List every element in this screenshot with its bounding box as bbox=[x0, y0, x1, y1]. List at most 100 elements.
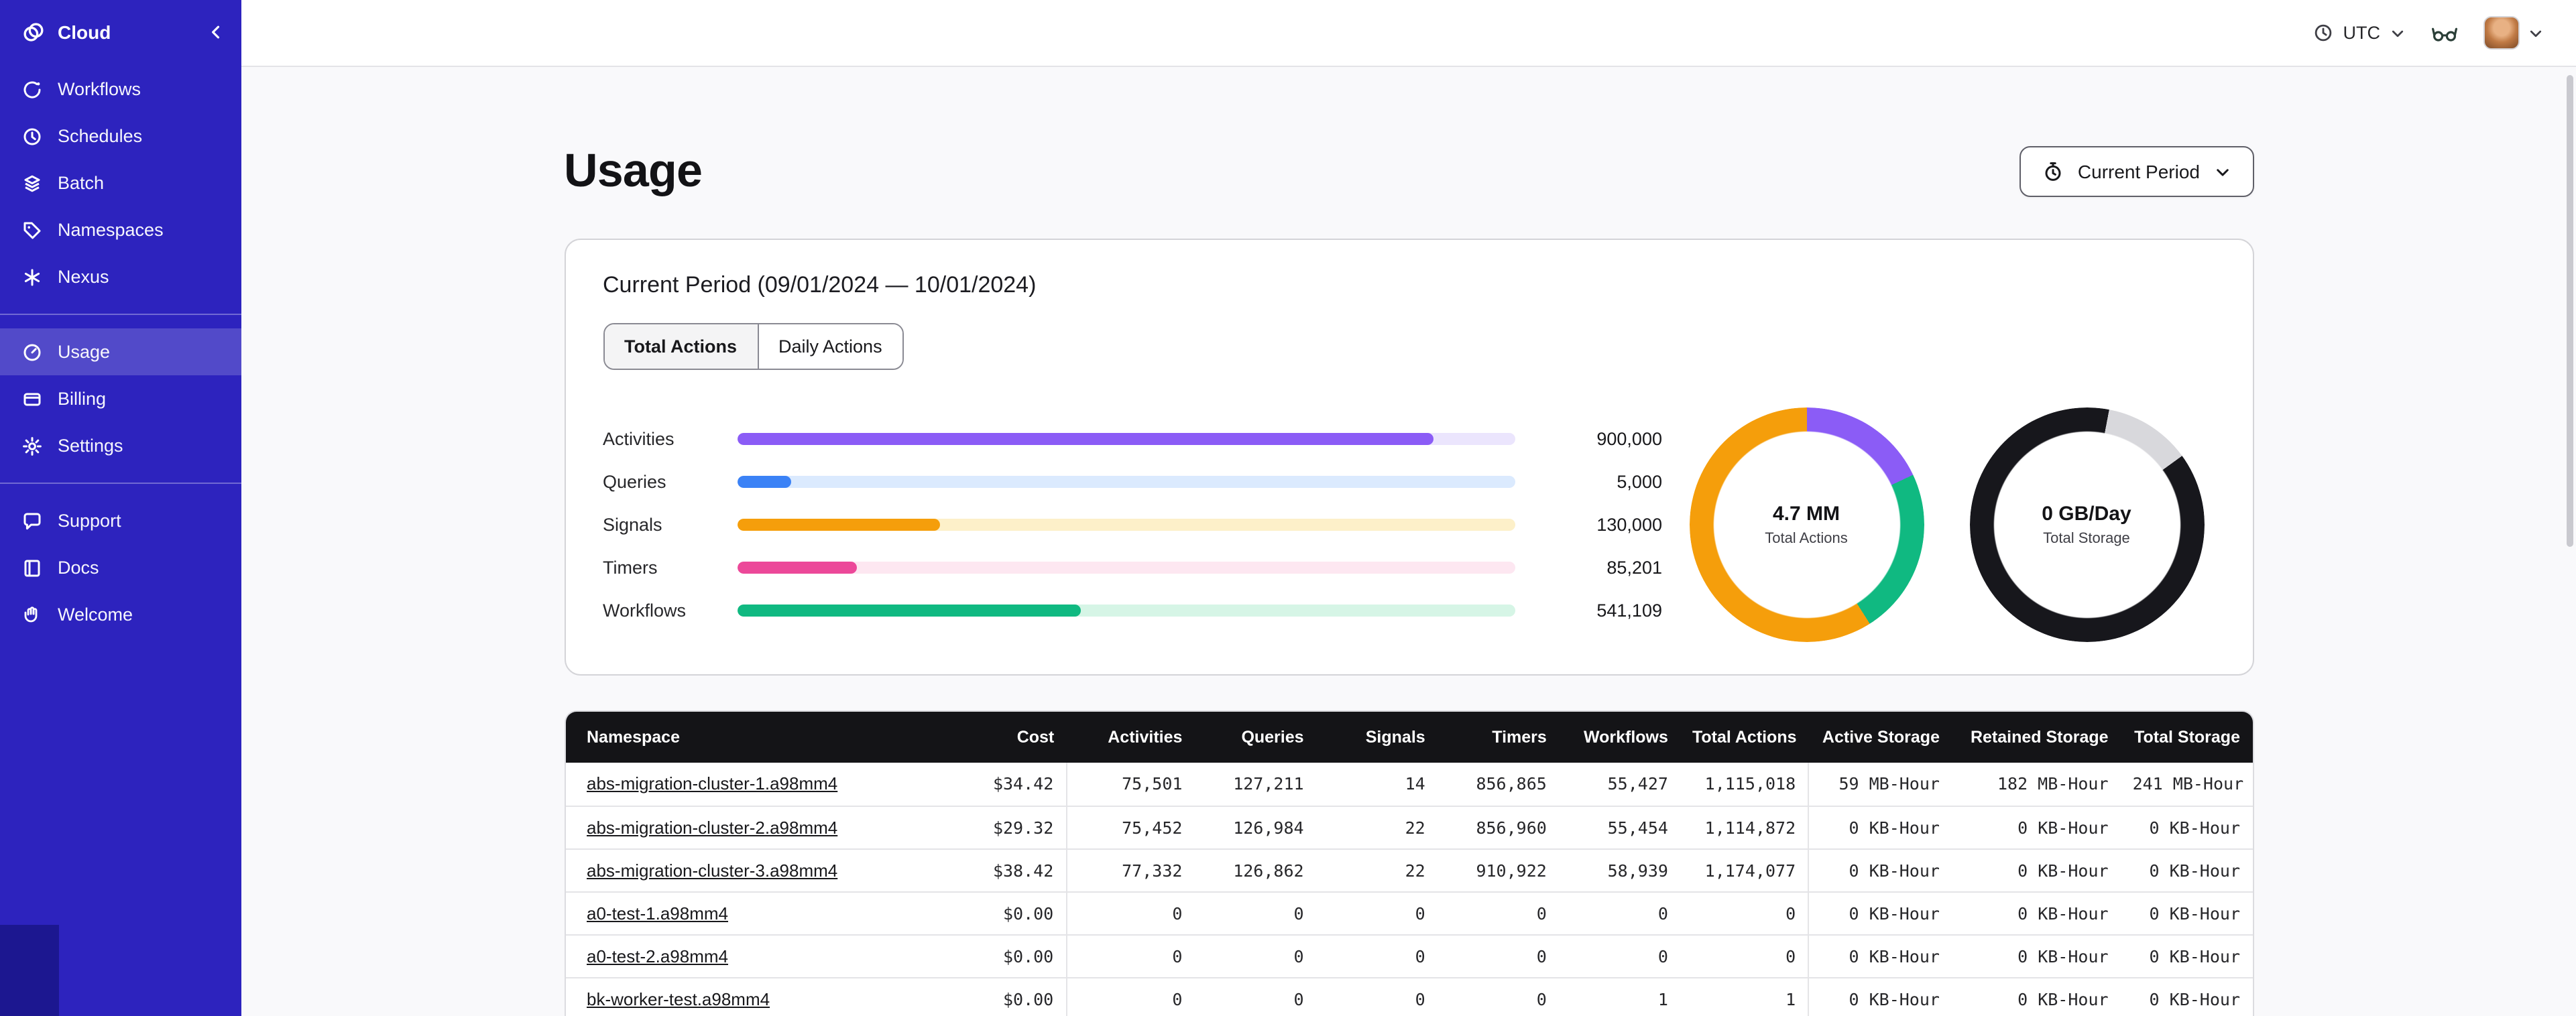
bar-label: Signals bbox=[603, 515, 662, 535]
donut-value: 4.7 MM bbox=[1772, 503, 1840, 525]
column-header-timers: Timers bbox=[1437, 712, 1559, 763]
page-header: Usage Current Period bbox=[564, 142, 2253, 201]
account-menu[interactable] bbox=[2483, 16, 2544, 50]
table-row: abs-migration-cluster-2.a98mm4 $29.32 75… bbox=[565, 806, 2252, 849]
docs-book-icon bbox=[21, 557, 43, 578]
bar-row-activities: Activities 900,000 bbox=[603, 429, 1662, 449]
namespace-link[interactable]: a0-test-2.a98mm4 bbox=[587, 946, 728, 966]
namespace-cell: bk-worker-test.a98mm4 bbox=[565, 977, 949, 1016]
usage-card-title: Current Period (09/01/2024 — 10/01/2024) bbox=[603, 272, 1037, 298]
bar-value: 5,000 bbox=[1617, 472, 1662, 492]
timers-cell: 0 bbox=[1437, 891, 1559, 935]
total-actions-cell: 0 bbox=[1680, 891, 1809, 935]
sidebar-item-nexus[interactable]: Nexus bbox=[0, 253, 241, 300]
sidebar-item-batch[interactable]: Batch bbox=[0, 160, 241, 206]
queries-cell: 0 bbox=[1194, 977, 1316, 1016]
sidebar-item-billing[interactable]: Billing bbox=[0, 375, 241, 422]
total-actions-donut: 4.7 MM Total Actions bbox=[1689, 407, 1924, 642]
bar-track bbox=[737, 519, 1515, 531]
total-storage-cell: 0 KB-Hour bbox=[2120, 934, 2252, 978]
column-header-workflows: Workflows bbox=[1558, 712, 1680, 763]
namespace-link[interactable]: abs-migration-cluster-2.a98mm4 bbox=[587, 817, 837, 837]
sidebar: Cloud Workflows Schedules Batch Namespac… bbox=[0, 0, 241, 1016]
usage-icon bbox=[21, 341, 43, 363]
signals-cell: 14 bbox=[1315, 763, 1438, 806]
bar-fill bbox=[737, 605, 1081, 617]
sidebar-divider bbox=[0, 314, 241, 315]
sidebar-item-support[interactable]: Support bbox=[0, 497, 241, 544]
bar-label: Activities bbox=[603, 429, 675, 449]
chevron-down-icon bbox=[2390, 25, 2406, 41]
avatar bbox=[2483, 16, 2520, 50]
workflows-cell: 0 bbox=[1558, 891, 1680, 935]
workflows-cell: 0 bbox=[1558, 934, 1680, 978]
active-storage-cell: 0 KB-Hour bbox=[1808, 934, 1952, 978]
bar-row-timers: Timers 85,201 bbox=[603, 558, 1662, 578]
signals-cell: 22 bbox=[1315, 806, 1438, 849]
bar-row-signals: Signals 130,000 bbox=[603, 515, 1662, 535]
actions-tab-group: Total Actions Daily Actions bbox=[603, 323, 904, 370]
active-storage-cell: 0 KB-Hour bbox=[1808, 806, 1952, 849]
cost-cell: $0.00 bbox=[948, 934, 1067, 978]
retained-storage-cell: 0 KB-Hour bbox=[1951, 977, 2121, 1016]
bar-fill bbox=[737, 562, 858, 574]
period-selector-label: Current Period bbox=[2077, 161, 2200, 182]
table-row: a0-test-2.a98mm4 $0.00 0 0 0 0 0 0 0 KB-… bbox=[565, 934, 2252, 978]
column-header-active-storage: Active Storage bbox=[1808, 712, 1952, 763]
period-selector-button[interactable]: Current Period bbox=[2019, 146, 2253, 197]
timezone-label: UTC bbox=[2343, 23, 2381, 43]
column-header-cost: Cost bbox=[948, 712, 1067, 763]
donut-center: 4.7 MM Total Actions bbox=[1689, 407, 1924, 642]
bar-label: Queries bbox=[603, 472, 666, 492]
namespace-link[interactable]: a0-test-1.a98mm4 bbox=[587, 903, 728, 923]
namespace-link[interactable]: bk-worker-test.a98mm4 bbox=[587, 989, 770, 1009]
tab-total-actions[interactable]: Total Actions bbox=[604, 324, 758, 369]
donut-value: 0 GB/Day bbox=[2042, 503, 2131, 525]
bar-value: 85,201 bbox=[1606, 558, 1662, 578]
collapse-sidebar-icon[interactable] bbox=[207, 23, 225, 42]
column-header-activities: Activities bbox=[1066, 712, 1195, 763]
sidebar-item-label: Welcome bbox=[58, 605, 133, 625]
bar-fill bbox=[737, 476, 792, 488]
chevron-down-icon bbox=[2213, 163, 2231, 180]
column-header-total-actions: Total Actions bbox=[1680, 712, 1809, 763]
sidebar-item-label: Batch bbox=[58, 173, 105, 193]
timers-cell: 0 bbox=[1437, 934, 1559, 978]
queries-cell: 126,862 bbox=[1194, 848, 1316, 892]
activities-cell: 75,501 bbox=[1065, 763, 1195, 806]
stopwatch-icon bbox=[2043, 161, 2064, 182]
sidebar-nav-help: Support Docs Welcome bbox=[0, 497, 241, 638]
total-storage-cell: 0 KB-Hour bbox=[2120, 977, 2252, 1016]
total-storage-cell: 0 KB-Hour bbox=[2120, 848, 2252, 892]
glasses-icon[interactable] bbox=[2431, 22, 2458, 44]
sidebar-header: Cloud bbox=[0, 0, 241, 55]
namespace-link[interactable]: abs-migration-cluster-1.a98mm4 bbox=[587, 774, 837, 794]
active-storage-cell: 0 KB-Hour bbox=[1808, 977, 1952, 1016]
tab-daily-actions[interactable]: Daily Actions bbox=[758, 324, 902, 369]
chevron-down-icon bbox=[2528, 25, 2544, 41]
sidebar-item-workflows[interactable]: Workflows bbox=[0, 66, 241, 113]
sidebar-nav-main: Workflows Schedules Batch Namespaces Nex… bbox=[0, 66, 241, 300]
sidebar-item-docs[interactable]: Docs bbox=[0, 544, 241, 591]
timers-cell: 910,922 bbox=[1437, 848, 1559, 892]
donut-label: Total Actions bbox=[1765, 531, 1848, 547]
bar-value: 130,000 bbox=[1596, 515, 1662, 535]
sidebar-item-label: Docs bbox=[58, 558, 99, 578]
namespace-link[interactable]: abs-migration-cluster-3.a98mm4 bbox=[587, 860, 837, 880]
total-actions-cell: 1,174,077 bbox=[1680, 848, 1809, 892]
bar-fill bbox=[737, 519, 941, 531]
sidebar-item-settings[interactable]: Settings bbox=[0, 422, 241, 469]
sidebar-item-schedules[interactable]: Schedules bbox=[0, 113, 241, 160]
timezone-selector[interactable]: UTC bbox=[2314, 23, 2406, 43]
sidebar-item-welcome[interactable]: Welcome bbox=[0, 591, 241, 638]
sidebar-item-namespaces[interactable]: Namespaces bbox=[0, 206, 241, 253]
signals-cell: 22 bbox=[1315, 848, 1438, 892]
column-header-retained-storage: Retained Storage bbox=[1951, 712, 2121, 763]
clock-icon bbox=[2314, 23, 2334, 43]
bar-track bbox=[737, 605, 1515, 617]
cost-cell: $34.42 bbox=[948, 763, 1067, 806]
sidebar-item-usage[interactable]: Usage bbox=[0, 328, 241, 375]
main-content: Usage Current Period Current Period (09/… bbox=[241, 67, 2576, 1016]
page-scrollbar[interactable] bbox=[2567, 75, 2573, 547]
queries-cell: 126,984 bbox=[1194, 806, 1316, 849]
